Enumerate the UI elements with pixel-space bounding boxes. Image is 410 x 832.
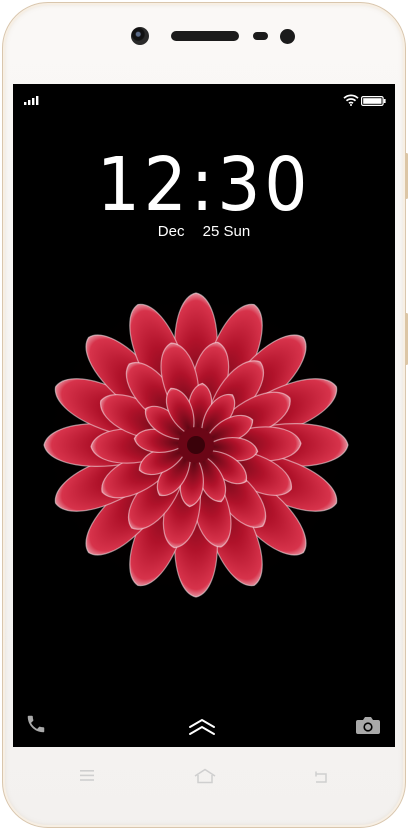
battery-icon	[361, 96, 386, 106]
flower-core	[187, 436, 205, 454]
home-icon[interactable]	[193, 768, 217, 784]
lock-screen: 12:30 Dec 25 Sun	[13, 84, 395, 747]
front-camera	[131, 27, 149, 45]
flower-wallpaper	[36, 285, 356, 605]
chevron-up-icon[interactable]	[188, 715, 216, 737]
lock-date: Dec 25 Sun	[13, 223, 395, 240]
wifi-icon	[343, 94, 359, 106]
back-icon[interactable]	[313, 770, 329, 784]
menu-icon[interactable]	[80, 770, 94, 781]
date-day: 25 Sun	[202, 223, 251, 240]
signal-icon	[24, 96, 39, 105]
lock-shortcuts	[13, 703, 395, 747]
navigation-bar	[0, 762, 410, 792]
status-bar	[13, 84, 395, 118]
lock-clock: 12:30	[96, 142, 312, 228]
power-button	[405, 313, 408, 365]
earpiece-speaker	[171, 31, 239, 41]
light-sensor	[280, 29, 295, 44]
phone-icon[interactable]	[25, 713, 47, 735]
date-month: Dec	[157, 223, 185, 240]
camera-icon[interactable]	[355, 715, 381, 735]
volume-button	[405, 153, 408, 199]
proximity-sensor	[253, 32, 268, 40]
